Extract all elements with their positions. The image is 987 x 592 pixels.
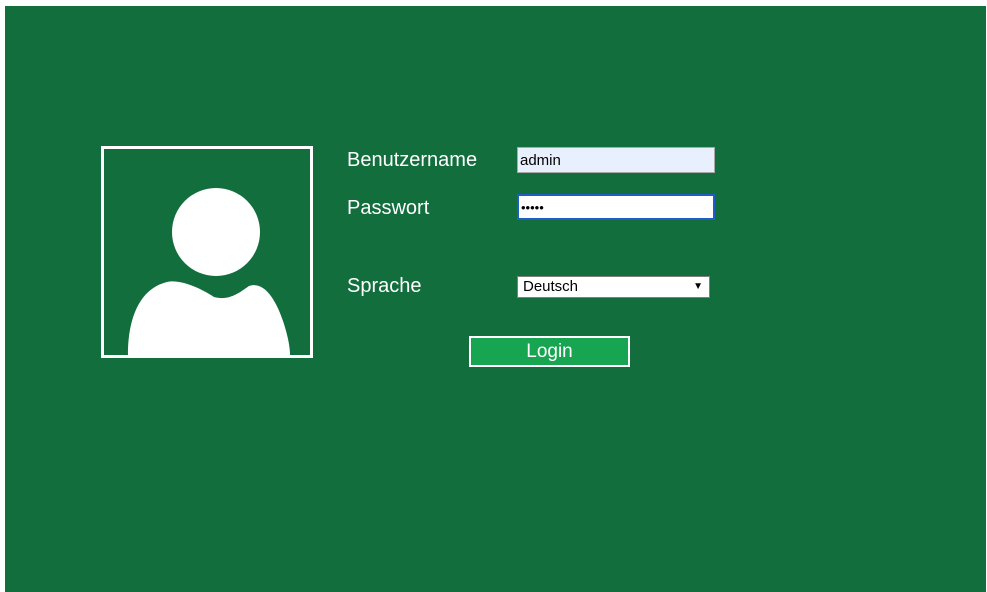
- login-button[interactable]: Login: [469, 336, 630, 367]
- language-label: Sprache: [347, 275, 422, 297]
- avatar: [101, 146, 313, 358]
- password-label: Passwort: [347, 197, 430, 219]
- user-silhouette-icon: [128, 188, 290, 355]
- username-label: Benutzername: [347, 149, 478, 171]
- language-selected-value: Deutsch: [523, 278, 579, 295]
- language-select[interactable]: Deutsch ▼: [517, 276, 710, 298]
- username-input[interactable]: [517, 147, 715, 173]
- caret-down-icon: ▼: [693, 281, 703, 292]
- password-input[interactable]: [517, 194, 715, 220]
